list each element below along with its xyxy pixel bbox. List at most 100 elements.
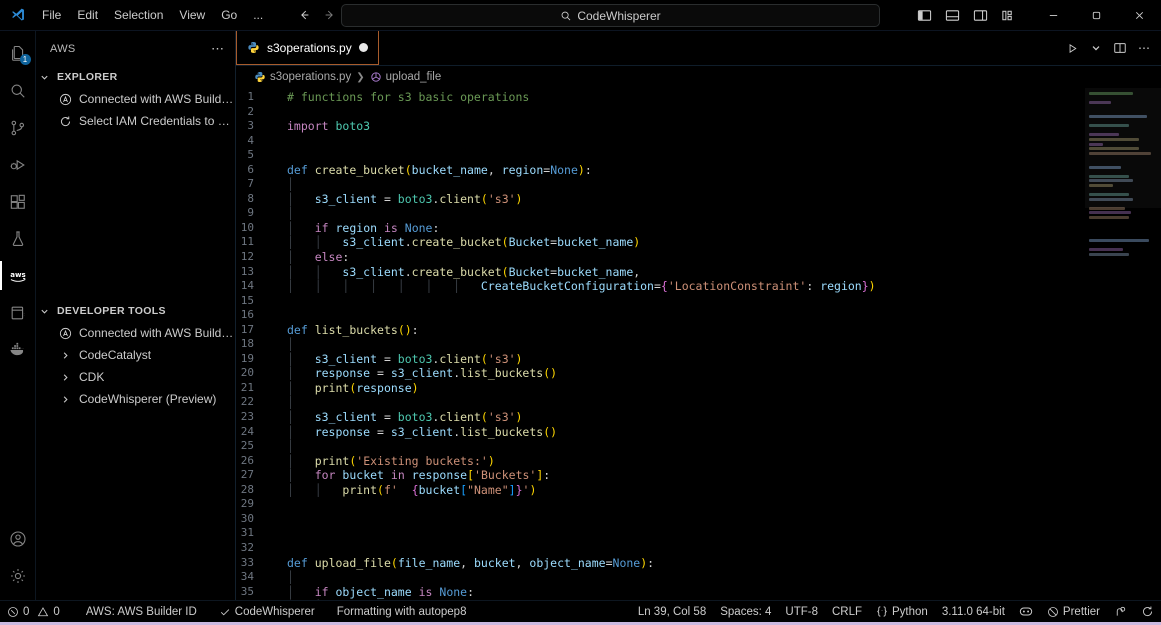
code-text[interactable]: │ │ │ │ │ │ │ CreateBucketConfiguration=… bbox=[274, 279, 876, 294]
activity-item-run-and-debug[interactable] bbox=[0, 146, 36, 183]
code-text[interactable]: │ s3_client = boto3.client('s3') bbox=[274, 352, 522, 367]
code-text[interactable]: │ if region is None: bbox=[274, 221, 439, 236]
activity-item-explorer[interactable]: 1 bbox=[0, 35, 36, 72]
activity-item-extensions[interactable] bbox=[0, 183, 36, 220]
code-text[interactable]: │ print('Existing buckets:') bbox=[274, 454, 495, 469]
sidebar-section-header-developer-tools[interactable]: DEVELOPER TOOLS bbox=[36, 300, 235, 322]
status-problems[interactable]: 0 0 bbox=[0, 601, 67, 623]
code-line[interactable]: 4 bbox=[236, 134, 1085, 149]
code-line[interactable]: 16 bbox=[236, 308, 1085, 323]
code-text[interactable]: │ │ object_name = file_name bbox=[274, 599, 502, 600]
code-line[interactable]: 25│ bbox=[236, 439, 1085, 454]
code-line[interactable]: 14│ │ │ │ │ │ │ CreateBucketConfiguratio… bbox=[236, 279, 1085, 294]
code-line[interactable]: 32 bbox=[236, 541, 1085, 556]
code-text[interactable]: │ │ s3_client.create_bucket(Bucket=bucke… bbox=[274, 235, 640, 250]
code-line[interactable]: 12│ else: bbox=[236, 250, 1085, 265]
status-notifications[interactable] bbox=[1134, 601, 1161, 623]
menu-selection[interactable]: Selection bbox=[106, 0, 171, 31]
status-indentation[interactable]: Spaces: 4 bbox=[713, 601, 778, 623]
code-line[interactable]: 26│ print('Existing buckets:') bbox=[236, 454, 1085, 469]
code-text[interactable]: │ if object_name is None: bbox=[274, 585, 474, 600]
minimap[interactable] bbox=[1085, 88, 1161, 600]
code-lines[interactable]: 1# functions for s3 basic operations23im… bbox=[236, 88, 1085, 600]
gear-icon[interactable] bbox=[0, 557, 36, 594]
code-line[interactable]: 19│ s3_client = boto3.client('s3') bbox=[236, 352, 1085, 367]
code-line[interactable]: 33def upload_file(file_name, bucket, obj… bbox=[236, 556, 1085, 571]
code-text[interactable] bbox=[274, 148, 287, 163]
menu-go[interactable]: Go bbox=[213, 0, 245, 31]
split-editor-icon[interactable] bbox=[1109, 37, 1131, 59]
code-line[interactable]: 29 bbox=[236, 497, 1085, 512]
code-line[interactable]: 24│ response = s3_client.list_buckets() bbox=[236, 425, 1085, 440]
menu-more[interactable]: ... bbox=[245, 0, 271, 31]
code-text[interactable] bbox=[274, 497, 287, 512]
toggle-secondary-sidebar-icon[interactable] bbox=[968, 5, 992, 27]
sidebar-row-cdk[interactable]: CDK bbox=[36, 366, 235, 388]
code-line[interactable]: 28│ │ print(f' {bucket["Name"]}') bbox=[236, 483, 1085, 498]
code-text[interactable]: │ response = s3_client.list_buckets() bbox=[274, 366, 557, 381]
code-line[interactable]: 23│ s3_client = boto3.client('s3') bbox=[236, 410, 1085, 425]
code-line[interactable]: 13│ │ s3_client.create_bucket(Bucket=buc… bbox=[236, 265, 1085, 280]
status-live-share[interactable] bbox=[1012, 601, 1040, 623]
status-prettier[interactable]: Prettier bbox=[1040, 601, 1107, 623]
menu-edit[interactable]: Edit bbox=[69, 0, 106, 31]
code-text[interactable]: import boto3 bbox=[274, 119, 370, 134]
code-line[interactable]: 34│ bbox=[236, 570, 1085, 585]
tab-s3operations-py[interactable]: s3operations.py bbox=[236, 31, 379, 65]
account-icon[interactable] bbox=[0, 520, 36, 557]
code-line[interactable]: 11│ │ s3_client.create_bucket(Bucket=buc… bbox=[236, 235, 1085, 250]
menu-file[interactable]: File bbox=[34, 0, 69, 31]
status-formatting[interactable]: Formatting with autopep8 bbox=[330, 601, 474, 623]
ellipsis-icon[interactable]: ⋯ bbox=[207, 41, 229, 57]
status-aws-connection[interactable]: AWS: AWS Builder ID bbox=[79, 601, 204, 623]
activity-item-source-control[interactable] bbox=[0, 109, 36, 146]
code-line[interactable]: 3import boto3 bbox=[236, 119, 1085, 134]
code-text[interactable]: │ bbox=[274, 570, 294, 585]
code-line[interactable]: 7│ bbox=[236, 177, 1085, 192]
code-text[interactable]: │ s3_client = boto3.client('s3') bbox=[274, 192, 522, 207]
code-line[interactable]: 17def list_buckets(): bbox=[236, 323, 1085, 338]
status-python-interpreter[interactable]: 3.11.0 64-bit bbox=[935, 601, 1012, 623]
code-text[interactable] bbox=[274, 308, 287, 323]
sidebar-row-codecatalyst[interactable]: CodeCatalyst bbox=[36, 344, 235, 366]
customize-layout-icon[interactable] bbox=[996, 5, 1020, 27]
code-text[interactable]: │ bbox=[274, 395, 294, 410]
sidebar-section-header-explorer[interactable]: EXPLORER bbox=[36, 66, 235, 88]
arrow-left-icon[interactable] bbox=[293, 5, 315, 25]
sidebar-row-devtools-builder-id[interactable]: Connected with AWS Builder ID bbox=[36, 322, 235, 344]
code-line[interactable]: 22│ bbox=[236, 395, 1085, 410]
code-line[interactable]: 6def create_bucket(bucket_name, region=N… bbox=[236, 163, 1085, 178]
code-line[interactable]: 5 bbox=[236, 148, 1085, 163]
breadcrumb-file[interactable]: s3operations.py bbox=[254, 71, 351, 83]
code-line[interactable]: 31 bbox=[236, 526, 1085, 541]
arrow-right-icon[interactable] bbox=[319, 5, 341, 25]
command-center[interactable]: CodeWhisperer bbox=[341, 4, 880, 27]
code-scroll-area[interactable]: 1# functions for s3 basic operations23im… bbox=[236, 88, 1085, 600]
code-text[interactable]: │ bbox=[274, 177, 294, 192]
code-line[interactable]: 9│ bbox=[236, 206, 1085, 221]
code-text[interactable]: │ │ print(f' {bucket["Name"]}') bbox=[274, 483, 536, 498]
code-line[interactable]: 35│ if object_name is None: bbox=[236, 585, 1085, 600]
play-icon[interactable] bbox=[1061, 37, 1083, 59]
code-text[interactable]: │ for bucket in response['Buckets']: bbox=[274, 468, 550, 483]
ellipsis-icon[interactable]: ⋯ bbox=[1133, 37, 1155, 59]
code-text[interactable]: │ else: bbox=[274, 250, 349, 265]
sidebar-row-connected-builder-id[interactable]: Connected with AWS Builder ID bbox=[36, 88, 235, 110]
status-eol[interactable]: CRLF bbox=[825, 601, 869, 623]
status-encoding[interactable]: UTF-8 bbox=[778, 601, 825, 623]
code-line[interactable]: 20│ response = s3_client.list_buckets() bbox=[236, 366, 1085, 381]
code-line[interactable]: 21│ print(response) bbox=[236, 381, 1085, 396]
code-text[interactable]: │ bbox=[274, 439, 294, 454]
code-text[interactable]: def list_buckets(): bbox=[274, 323, 419, 338]
code-line[interactable]: 2 bbox=[236, 105, 1085, 120]
close-icon[interactable] bbox=[1118, 0, 1161, 31]
code-line[interactable]: 30 bbox=[236, 512, 1085, 527]
code-text[interactable] bbox=[274, 294, 287, 309]
code-text[interactable] bbox=[274, 512, 287, 527]
activity-item-search[interactable] bbox=[0, 72, 36, 109]
toggle-panel-icon[interactable] bbox=[940, 5, 964, 27]
code-text[interactable]: def create_bucket(bucket_name, region=No… bbox=[274, 163, 592, 178]
activity-item-aws-toolkit[interactable]: aws bbox=[0, 257, 36, 294]
toggle-primary-sidebar-icon[interactable] bbox=[912, 5, 936, 27]
code-text[interactable]: │ bbox=[274, 337, 294, 352]
